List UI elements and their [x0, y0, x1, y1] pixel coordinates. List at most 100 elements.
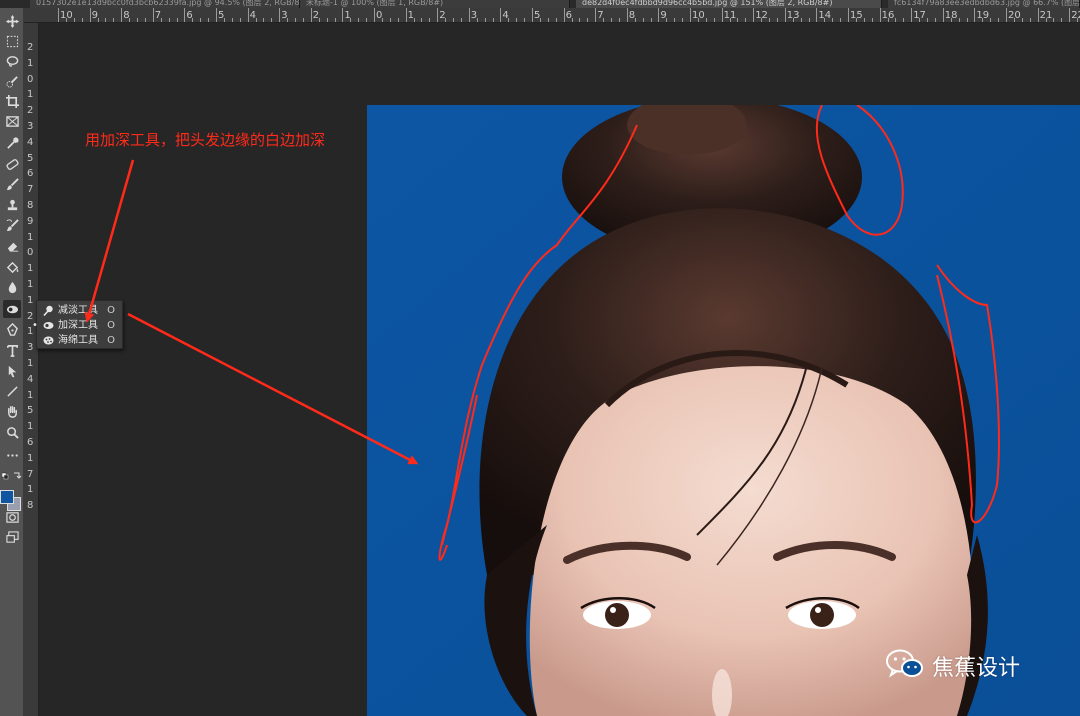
ruler-tick — [484, 18, 486, 22]
vertical-ruler: 210123456789101112131415161718 — [24, 23, 39, 716]
frame-tool[interactable] — [3, 112, 21, 130]
ruler-label: 1 — [27, 57, 34, 69]
ruler-tick — [855, 18, 857, 22]
tools-panel — [0, 8, 24, 716]
ruler-label: 2 — [27, 105, 34, 117]
document-tab-active[interactable]: de82d4f0ec4fdbbd9d96cc4b5bd.jpg @ 151% (… — [576, 0, 882, 8]
hand-icon — [7, 405, 17, 418]
hand-tool[interactable] — [3, 402, 21, 420]
ruler-tick — [121, 8, 123, 22]
ruler-tick — [690, 8, 691, 22]
ruler-label: 0 — [27, 247, 34, 259]
dodge-tool-menu-item[interactable]: 减淡工具 O — [37, 303, 122, 318]
burn-tool-icon — [6, 305, 18, 313]
brush-tool[interactable] — [3, 175, 21, 193]
sponge-tool-menu-item[interactable]: 海绵工具 O — [37, 333, 122, 348]
swap-colors[interactable] — [1, 466, 22, 480]
ruler-tick — [113, 18, 115, 22]
eraser-tool[interactable] — [3, 237, 21, 255]
ruler-tick — [958, 18, 960, 22]
line-tool[interactable] — [3, 382, 21, 400]
burn-tool-menu-item[interactable]: • 加深工具 O — [32, 318, 122, 333]
ruler-label: 0 — [27, 73, 34, 85]
clone-stamp-icon — [7, 199, 17, 210]
more-tools[interactable] — [3, 446, 21, 464]
ruler-tick — [89, 8, 91, 22]
ruler-tick — [611, 18, 612, 22]
ruler-tick — [618, 18, 620, 22]
blur-icon — [8, 281, 16, 293]
clone-stamp-tool[interactable] — [3, 196, 21, 214]
burn-tool[interactable] — [3, 300, 21, 318]
screen-mode-icon — [5, 530, 19, 543]
blur-tool[interactable] — [3, 278, 21, 296]
ruler-label: 1 — [27, 358, 34, 369]
dodge-icon — [43, 305, 54, 317]
eraser-icon — [7, 242, 18, 252]
ruler-label: 1 — [27, 452, 34, 464]
document-tab[interactable]: 0157302e1e13d9bcc0fd3bcb62339fa.jpg @ 94… — [30, 0, 300, 8]
ruler-tick — [73, 18, 75, 22]
ruler-tick — [800, 18, 802, 22]
ruler-tick — [776, 18, 778, 22]
paint-bucket-tool[interactable] — [3, 258, 21, 276]
ruler-tick — [295, 18, 296, 22]
document-tab[interactable]: 未标题-1 @ 100% (图层 1, RGB/8#) — [300, 0, 570, 8]
zoom-tool[interactable] — [3, 423, 21, 441]
quick-mask-button[interactable] — [3, 508, 21, 526]
ruler-tick — [137, 18, 138, 22]
ruler-tick — [192, 18, 194, 22]
wechat-icon — [886, 648, 924, 684]
ruler-tick — [587, 18, 589, 22]
history-brush-icon — [6, 218, 19, 231]
ruler-tick — [903, 18, 905, 22]
ruler-tick — [863, 18, 865, 22]
pen-tool[interactable] — [3, 320, 21, 338]
ruler-tick — [1045, 18, 1047, 22]
healing-brush-icon — [5, 158, 19, 170]
move-tool[interactable] — [3, 12, 21, 30]
foreground-color-swatch[interactable] — [0, 490, 14, 504]
ruler-tick — [508, 18, 510, 22]
more-tools-icon — [6, 453, 18, 457]
healing-brush-tool[interactable] — [3, 155, 21, 173]
ruler-tick — [848, 8, 849, 22]
ruler-tick — [579, 18, 581, 22]
ruler-tick — [421, 18, 423, 22]
ruler-tick — [666, 18, 668, 22]
flyout-item-label: 加深工具 — [58, 320, 98, 331]
portrait-photo[interactable] — [367, 105, 1080, 716]
ruler-tick — [950, 18, 952, 22]
ruler-tick — [397, 18, 399, 22]
sponge-icon — [43, 335, 54, 346]
document-tab[interactable]: fc6134f79a83ee3edbdbd63.jpg @ 66.7% (图层 … — [888, 0, 1080, 8]
ruler-tick — [405, 8, 407, 22]
canvas-workspace[interactable] — [39, 23, 1080, 716]
quick-select-tool[interactable] — [3, 72, 21, 90]
ruler-tick — [445, 18, 447, 22]
ruler-tick — [468, 8, 470, 22]
ruler-tick — [658, 8, 660, 22]
screen-mode-button[interactable] — [3, 528, 21, 546]
lasso-tool[interactable] — [3, 52, 21, 70]
ruler-tick — [105, 18, 107, 22]
active-indicator: • — [32, 320, 38, 331]
marquee-tool[interactable] — [3, 32, 21, 50]
ruler-tick — [318, 18, 320, 22]
type-tool[interactable] — [3, 341, 21, 359]
path-select-tool[interactable] — [3, 362, 21, 380]
paint-bucket-icon — [6, 261, 18, 273]
ruler-tick — [476, 18, 478, 22]
ruler-tick — [374, 8, 375, 22]
ruler-tick — [216, 8, 217, 22]
ruler-tick — [334, 18, 336, 22]
ruler-tick — [547, 18, 549, 22]
ruler-tick — [808, 18, 810, 22]
crop-tool[interactable] — [3, 92, 21, 110]
ruler-label: 4 — [27, 136, 34, 148]
ruler-tick — [287, 18, 289, 22]
ruler-tick — [919, 18, 921, 22]
eyedropper-tool[interactable] — [3, 134, 21, 152]
history-brush-tool[interactable] — [3, 216, 21, 234]
ruler-tick — [642, 18, 644, 22]
